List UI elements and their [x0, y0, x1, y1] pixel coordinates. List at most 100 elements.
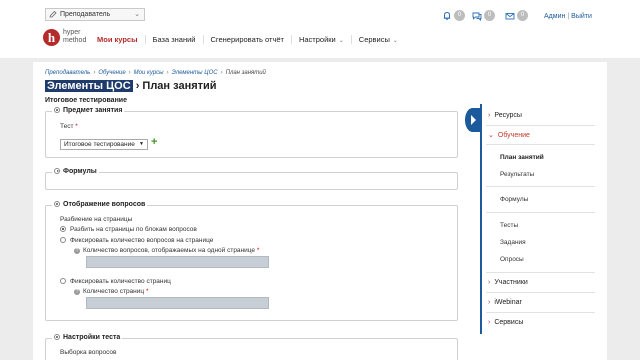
notification-chat[interactable]: 0	[472, 10, 495, 21]
chevron-down-icon: ⌄	[392, 38, 398, 44]
logout-link[interactable]: Выйти	[571, 13, 592, 20]
chevron-right-icon: ›	[488, 112, 491, 119]
sidebar-item-results[interactable]: Результаты	[500, 171, 534, 178]
divider	[486, 144, 595, 145]
divider	[486, 186, 595, 187]
nav-generate-report[interactable]: Сгенерировать отчёт	[204, 35, 292, 44]
sidebar-section-iwebinar[interactable]: › iWebinar	[488, 299, 522, 306]
notification-bell[interactable]: 0	[442, 10, 465, 21]
radio-label: Фиксировать количество страниц	[70, 278, 171, 285]
chevron-down-icon: ⌄	[338, 38, 344, 44]
help-icon[interactable]: ?	[74, 289, 80, 295]
logo-line-2: method	[63, 37, 87, 44]
breadcrumb-item[interactable]: Элементы ЦОС	[172, 70, 218, 76]
sidebar-section-resources[interactable]: › Ресурсы	[488, 112, 522, 119]
fieldset-subject: Предмет занятия Тест * Итоговое тестиров…	[45, 107, 458, 158]
logo-mark: h	[43, 29, 60, 46]
legend-label: Отображение вопросов	[63, 201, 146, 208]
fieldset-test-settings: Настройки теста Выборка вопросов	[45, 334, 458, 360]
bell-icon	[443, 11, 451, 20]
user-separator: |	[567, 13, 570, 20]
chevron-right-icon: ›	[488, 299, 491, 306]
radio-option-fixed-questions[interactable]: Фиксировать количество вопросов на стран…	[60, 237, 213, 244]
nav-label: Сервисы	[358, 35, 390, 44]
radio-option-blocks[interactable]: Разбить на страницы по блокам вопросов	[60, 226, 197, 233]
sidebar-item-assignments[interactable]: Задания	[500, 239, 526, 246]
section-label: Ресурсы	[494, 112, 522, 119]
legend-label: Настройки теста	[63, 334, 121, 341]
pagination-label: Разбиение на страницы	[60, 216, 133, 223]
main-nav: Мои курсы База знаний Сгенерировать отчё…	[97, 35, 405, 44]
divider	[486, 312, 595, 313]
lesson-name: Итоговое тестирование	[45, 97, 128, 104]
breadcrumb-separator: ›	[128, 70, 131, 76]
pages-count-input[interactable]	[86, 297, 269, 309]
radio-unselected[interactable]	[60, 278, 66, 284]
divider	[486, 212, 595, 213]
breadcrumb-item[interactable]: Преподаватель	[45, 70, 90, 76]
test-select[interactable]: Итоговое тестирование ▼	[60, 139, 148, 150]
help-icon[interactable]: ?	[74, 248, 80, 254]
play-arrow-icon	[471, 115, 476, 125]
fieldset-subject-legend[interactable]: Предмет занятия	[52, 107, 125, 114]
section-label: Участники	[494, 279, 528, 286]
breadcrumb-current: План занятий	[225, 70, 266, 76]
nav-label: Мои курсы	[97, 35, 138, 44]
sidebar-item-lesson-plan[interactable]: План занятий	[500, 154, 544, 161]
field-label: Количество страниц	[83, 288, 145, 295]
questions-per-page-input[interactable]	[86, 256, 269, 268]
breadcrumb-item[interactable]: Мои курсы	[134, 70, 164, 76]
mail-icon	[505, 12, 515, 19]
add-test-button[interactable]: +	[151, 137, 160, 148]
pencil-icon	[49, 11, 57, 18]
top-bar: Преподаватель ⌄ 0 0 0 Админ | Выйти h hype…	[0, 0, 640, 58]
toggle-open-icon	[54, 334, 60, 340]
breadcrumb: Преподаватель › Обучение › Мои курсы › Элемент…	[45, 70, 266, 76]
user-name-link[interactable]: Админ	[544, 13, 565, 20]
sidebar-item-formulas[interactable]: Формулы	[500, 196, 528, 203]
nav-my-courses[interactable]: Мои курсы	[97, 35, 146, 44]
fieldset-test-settings-legend[interactable]: Настройки теста	[52, 334, 123, 341]
legend-label: Формулы	[63, 168, 97, 175]
user-menu: Админ | Выйти	[544, 13, 592, 20]
chevron-down-icon: ⌄	[488, 132, 494, 139]
nav-label: Сгенерировать отчёт	[210, 35, 284, 44]
radio-label: Разбить на страницы по блокам вопросов	[70, 226, 197, 233]
section-label: iWebinar	[494, 299, 522, 306]
notification-badge: 0	[454, 10, 465, 21]
section-label: Обучение	[497, 132, 530, 139]
fieldset-questions-legend[interactable]: Отображение вопросов	[52, 201, 148, 208]
required-mark: *	[75, 123, 78, 130]
sidebar-item-tests[interactable]: Тесты	[500, 222, 518, 229]
sidebar-item-polls[interactable]: Опросы	[500, 256, 524, 263]
page-title-rest: › План занятий	[132, 80, 217, 92]
legend-label: Предмет занятия	[63, 107, 123, 114]
radio-option-fixed-pages[interactable]: Фиксировать количество страниц	[60, 278, 171, 285]
toggle-open-icon	[54, 107, 60, 113]
toggle-closed-icon	[54, 168, 60, 174]
sidebar-toggle-button[interactable]	[465, 108, 480, 132]
nav-services[interactable]: Сервисы ⌄	[352, 35, 405, 44]
role-selector[interactable]: Преподаватель ⌄	[45, 8, 145, 21]
breadcrumb-item[interactable]: Обучение	[98, 70, 125, 76]
section-label: Сервисы	[494, 319, 524, 326]
questions-per-page-label: ? Количество вопросов, отображаемых на од…	[74, 247, 259, 254]
nav-settings[interactable]: Настройки ⌄	[292, 35, 352, 44]
nav-knowledge-base[interactable]: База знаний	[146, 35, 204, 44]
radio-unselected[interactable]	[60, 237, 66, 243]
notification-mail[interactable]: 0	[505, 10, 528, 21]
fieldset-formulas-legend[interactable]: Формулы	[52, 168, 99, 175]
divider	[486, 272, 595, 273]
context-sidebar: › Ресурсы ⌄ Обучение План занятий Результа…	[480, 104, 597, 334]
breadcrumb-separator: ›	[93, 70, 96, 76]
divider	[486, 292, 595, 293]
divider	[486, 125, 595, 126]
dropdown-arrow-icon: ▼	[139, 141, 144, 147]
sidebar-section-services[interactable]: › Сервисы	[488, 319, 523, 326]
field-label: Количество вопросов, отображаемых на одн…	[83, 247, 256, 254]
radio-selected[interactable]	[60, 226, 66, 232]
sidebar-section-learning[interactable]: ⌄ Обучение	[488, 131, 530, 139]
sidebar-section-participants[interactable]: › Участники	[488, 279, 528, 286]
page-title: Элементы ЦОС › План занятий	[45, 80, 217, 92]
fieldset-questions-display: Отображение вопросов Разбиение на страни…	[45, 201, 458, 321]
